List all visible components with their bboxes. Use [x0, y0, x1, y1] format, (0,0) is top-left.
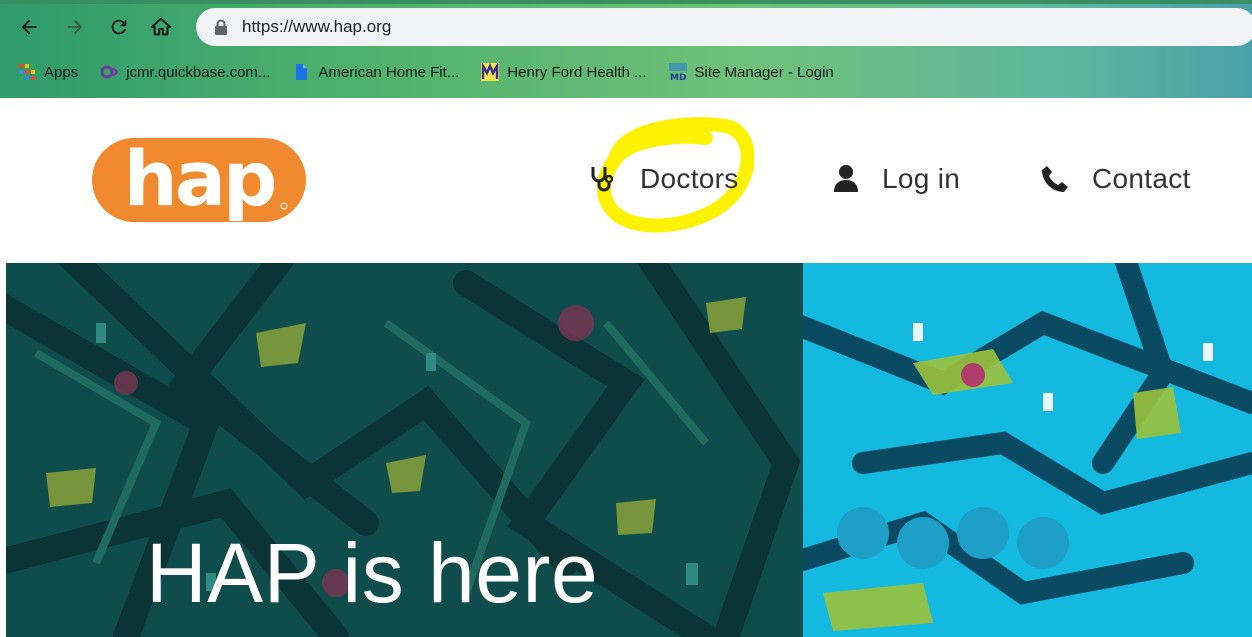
back-arrow-icon: [21, 19, 37, 35]
hero-banner: HAP is here: [6, 263, 1252, 637]
bookmark-label: Site Manager - Login: [694, 63, 834, 81]
home-button[interactable]: [144, 10, 178, 44]
lock-icon: [215, 19, 227, 35]
phone-icon: [1042, 166, 1068, 192]
bookmark-label: Henry Ford Health ...: [507, 63, 647, 81]
bookmark-henry-ford[interactable]: Henry Ford Health ...: [481, 63, 647, 81]
bookmark-doc-icon: [296, 64, 308, 80]
hero-graffiti-image-right: [782, 263, 1252, 637]
nav-login[interactable]: Log in: [832, 156, 960, 202]
back-button[interactable]: [12, 10, 46, 44]
hap-logo[interactable]: hap: [88, 134, 310, 226]
graffiti-pattern-right: [782, 263, 1252, 631]
hero-title: HAP is here: [146, 526, 599, 620]
address-bar[interactable]: https://www.hap.org: [196, 8, 1252, 46]
bookmark-label: American Home Fit...: [318, 63, 460, 81]
nav-login-label: Log in: [882, 163, 961, 194]
reload-button[interactable]: [102, 10, 136, 44]
nav-doctors[interactable]: Doctors: [588, 156, 739, 202]
site-header: hap Doctors Log in Contact: [0, 98, 1252, 263]
home-icon: [150, 17, 172, 36]
nav-contact[interactable]: Contact: [1040, 156, 1191, 202]
browser-chrome: https://www.hap.org Apps jcmr.quickbase.…: [0, 0, 1252, 98]
bookmark-label: Apps: [44, 63, 79, 81]
forward-arrow-icon: [67, 19, 83, 35]
stethoscope-icon: [591, 167, 614, 192]
bookmark-american-home-fit[interactable]: American Home Fit...: [292, 63, 459, 81]
svg-text:hap: hap: [124, 134, 275, 223]
bookmark-label: jcmr.quickbase.com...: [126, 63, 271, 81]
md-icon: MD: [668, 63, 687, 81]
quickbase-icon: [100, 65, 119, 79]
chrome-top-border: [0, 0, 1252, 4]
apps-grid-icon: [19, 64, 35, 80]
nav-contact-label: Contact: [1092, 163, 1191, 194]
forward-button[interactable]: [58, 10, 92, 44]
user-icon: [834, 165, 858, 192]
svg-text:MD: MD: [670, 73, 686, 81]
bookmarks-bar: Apps jcmr.quickbase.com... American Home…: [0, 54, 1252, 90]
reload-icon: [111, 19, 127, 35]
henry-ford-icon: [481, 63, 500, 81]
bookmark-site-manager[interactable]: MD Site Manager - Login: [668, 63, 834, 81]
url-text: https://www.hap.org: [242, 17, 392, 36]
nav-doctors-label: Doctors: [640, 163, 739, 194]
bookmark-apps[interactable]: Apps: [18, 63, 78, 81]
bookmark-quickbase[interactable]: jcmr.quickbase.com...: [100, 63, 270, 81]
